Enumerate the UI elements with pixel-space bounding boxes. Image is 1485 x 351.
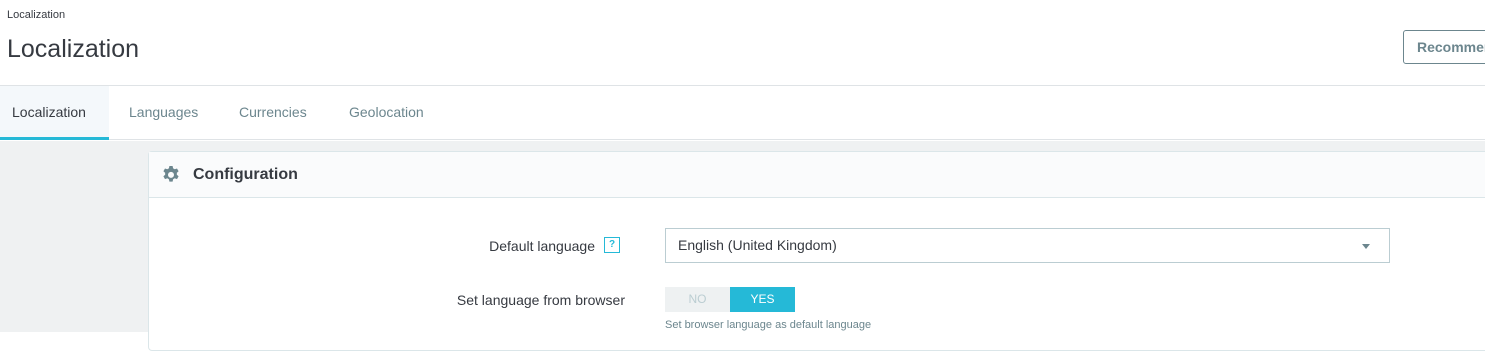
caret-down-icon xyxy=(1362,244,1370,249)
page-title: Localization xyxy=(7,35,140,63)
tab-geolocation[interactable]: Geolocation xyxy=(349,86,424,140)
tab-currencies[interactable]: Currencies xyxy=(239,86,307,140)
tab-localization[interactable]: Localization xyxy=(0,86,109,140)
default-language-label: Default language xyxy=(489,238,595,254)
breadcrumb[interactable]: Localization xyxy=(7,9,65,21)
recommended-modules-button[interactable]: Recommended Modules xyxy=(1403,30,1485,64)
switch-yes-option[interactable]: YES xyxy=(730,287,795,312)
gear-icon xyxy=(161,165,181,185)
default-language-select[interactable]: English (United Kingdom) xyxy=(665,228,1390,263)
panel-title: Configuration xyxy=(193,166,298,183)
language-from-browser-switch[interactable]: NO YES xyxy=(665,287,795,312)
tab-bar: Localization Languages Currencies Geoloc… xyxy=(0,86,1485,140)
switch-no-option[interactable]: NO xyxy=(665,287,730,312)
help-icon[interactable]: ? xyxy=(604,237,620,253)
page-header: Localization Localization Recommended Mo… xyxy=(0,0,1485,86)
default-language-value: English (United Kingdom) xyxy=(678,237,837,253)
language-from-browser-label: Set language from browser xyxy=(456,292,625,308)
panel-header: Configuration xyxy=(149,152,1485,198)
tab-languages[interactable]: Languages xyxy=(129,86,198,140)
language-from-browser-help: Set browser language as default language xyxy=(665,319,872,331)
